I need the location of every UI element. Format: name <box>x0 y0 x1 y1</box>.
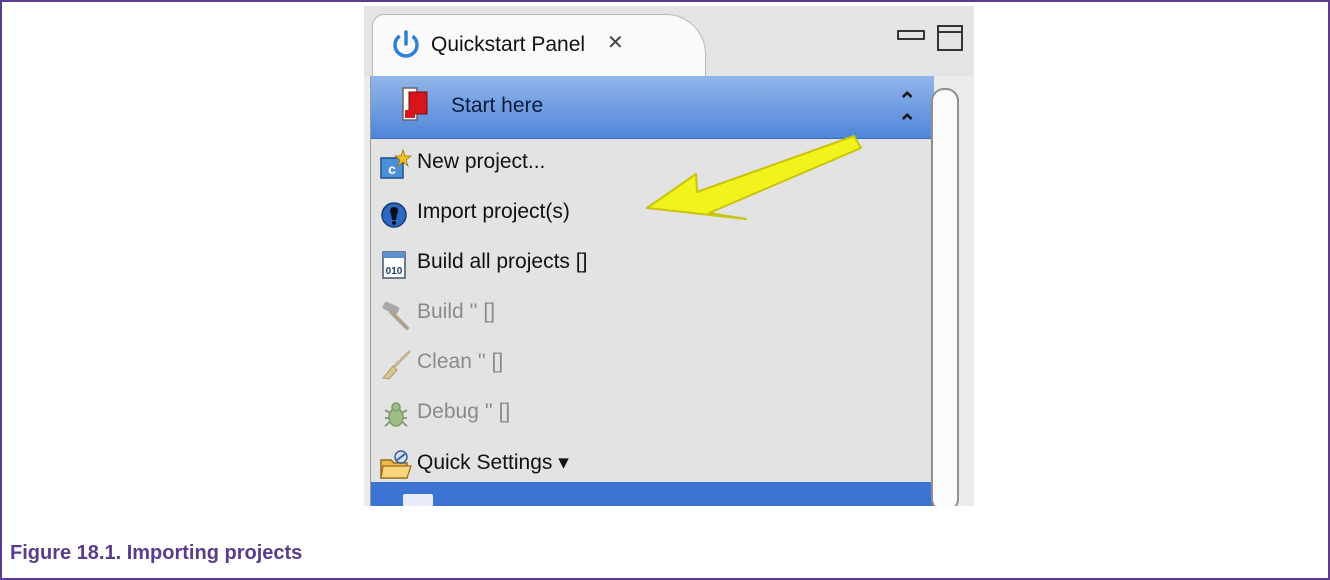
figure-frame: Quickstart Panel ✕ Start here ⌃ ⌃ c New … <box>0 0 1330 580</box>
figure-caption: Figure 18.1. Importing projects <box>10 542 303 564</box>
callout-arrow <box>646 135 862 220</box>
quickstart-screenshot: Quickstart Panel ✕ Start here ⌃ ⌃ c New … <box>364 6 974 506</box>
